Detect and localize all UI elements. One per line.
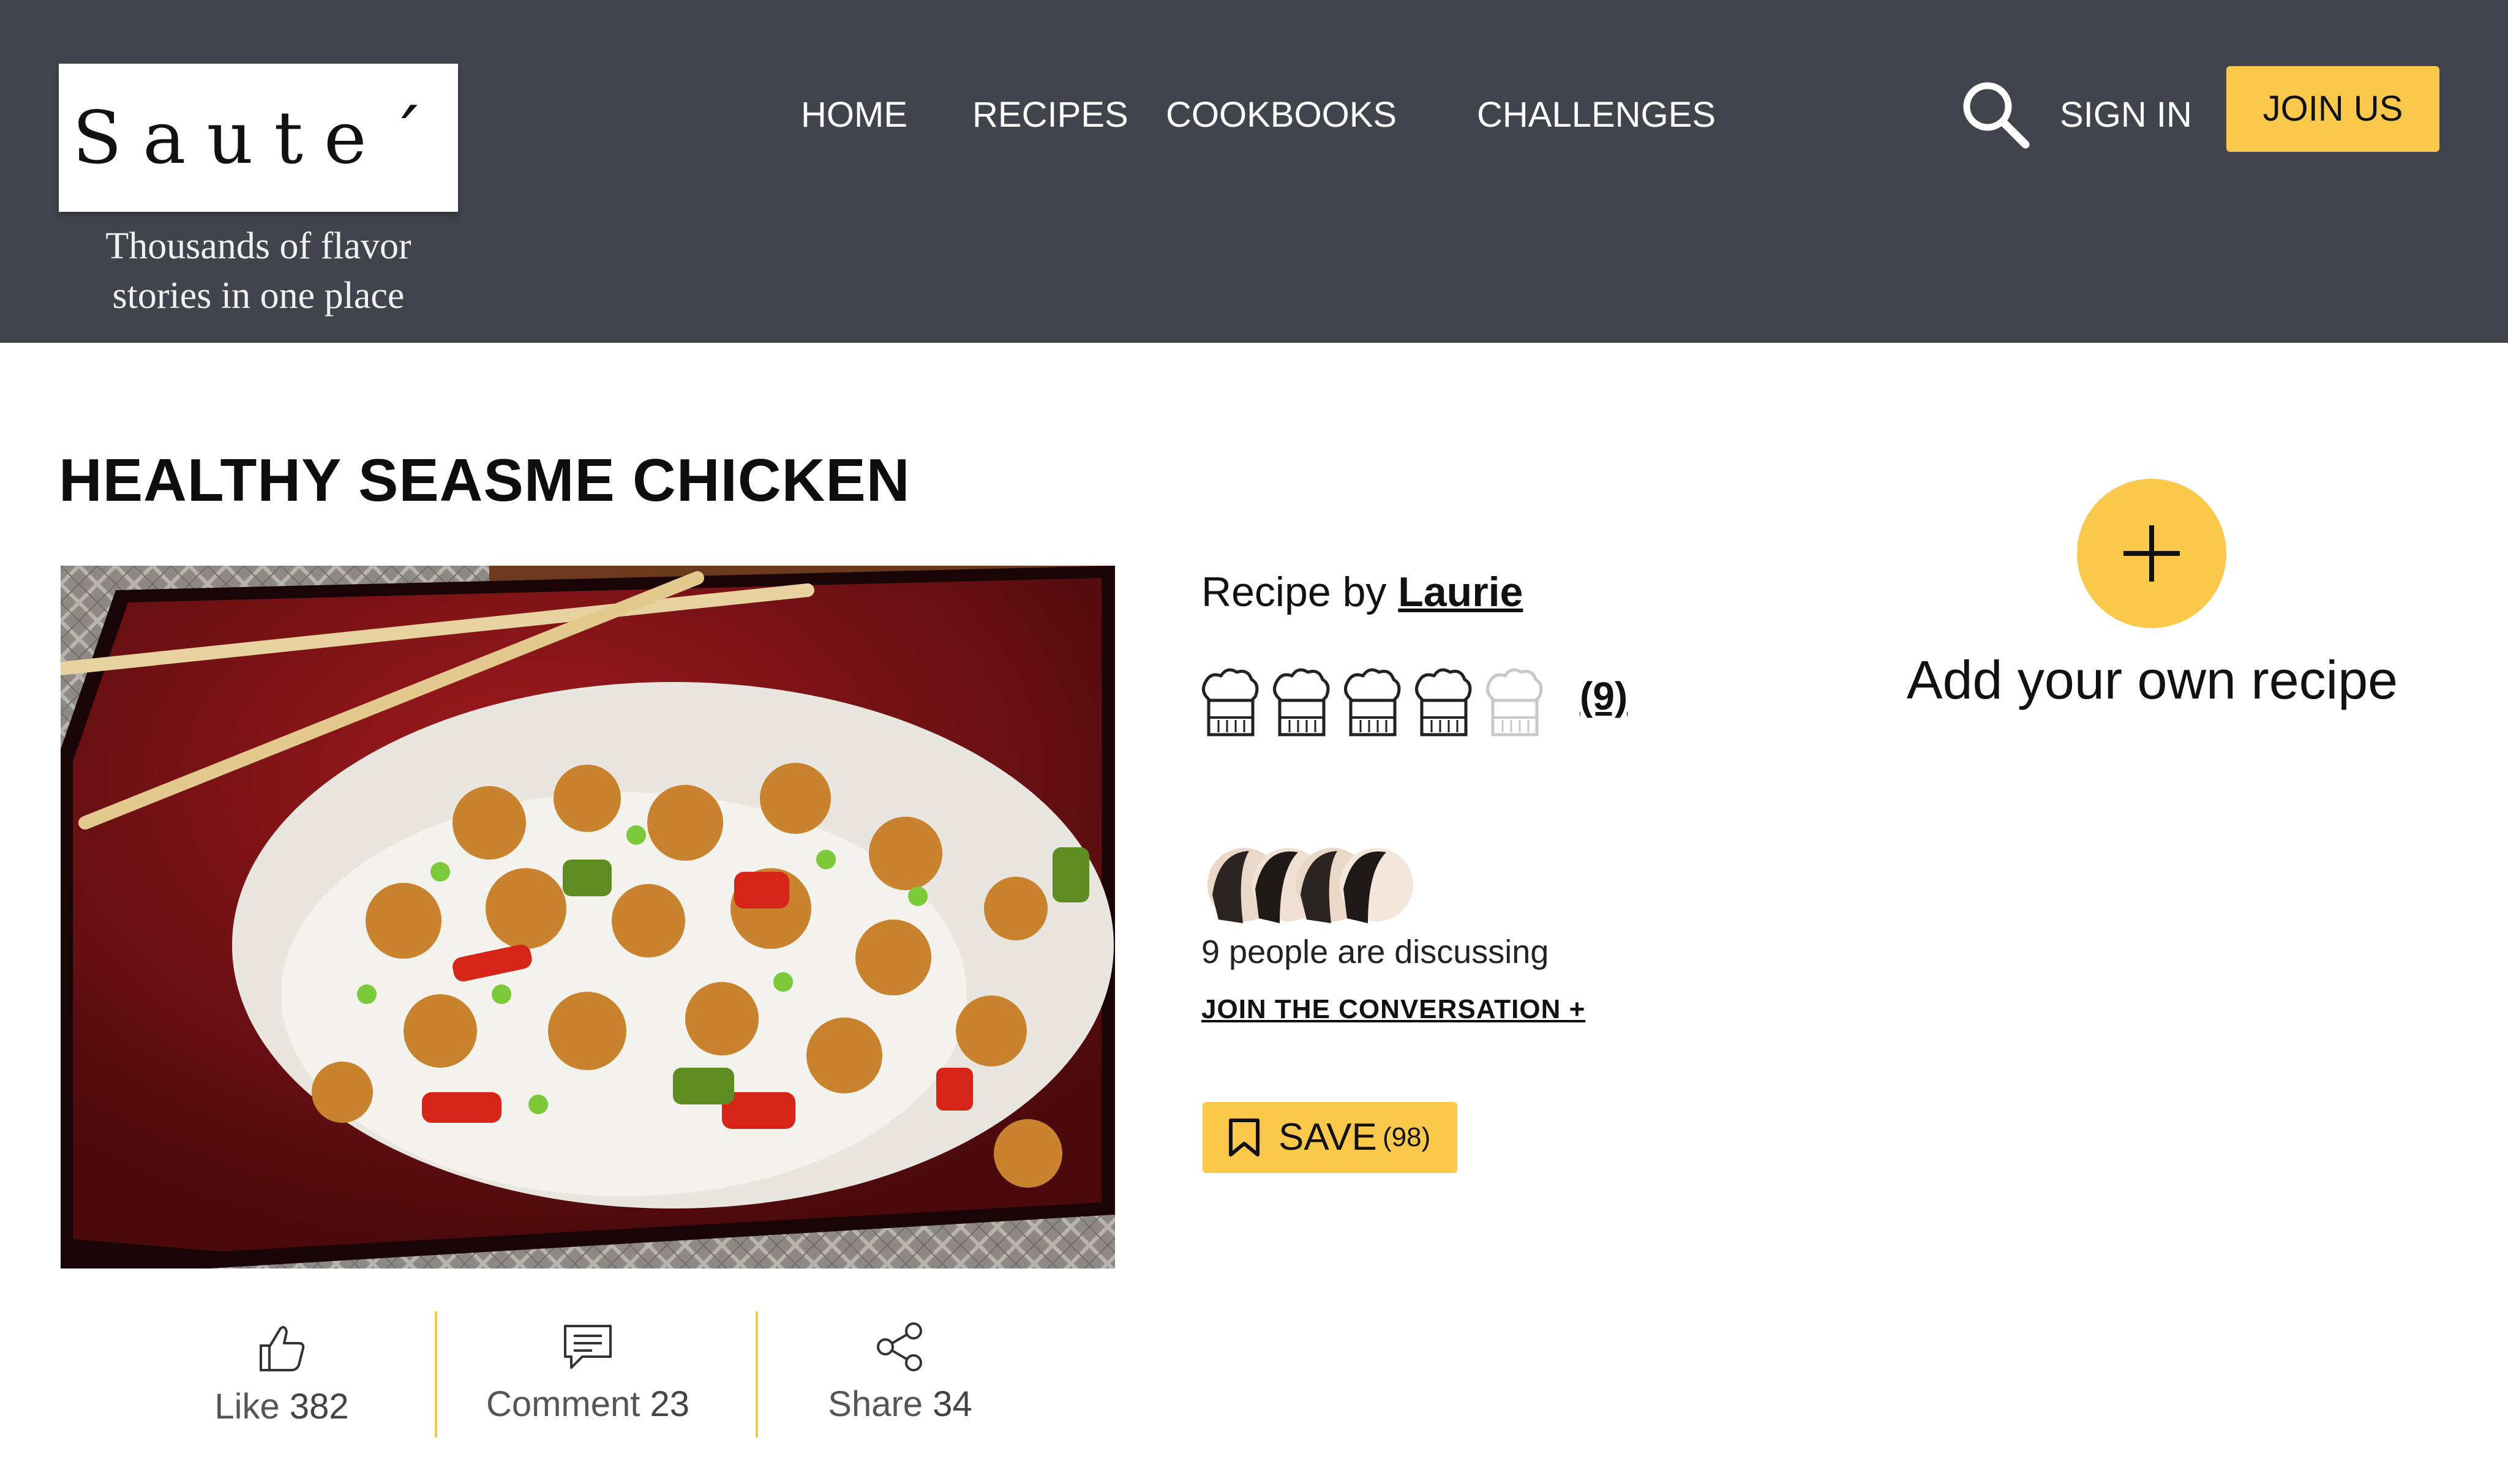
like-count: 382	[289, 1387, 349, 1426]
comment-count: 23	[650, 1384, 690, 1424]
tagline-line2: stories in one place	[112, 275, 405, 317]
chef-hat-icon[interactable]	[1202, 668, 1259, 736]
bookmark-icon	[1229, 1119, 1260, 1156]
comment-label: Comment 23	[478, 1384, 698, 1425]
nav-home[interactable]: HOME	[801, 92, 907, 138]
search-icon[interactable]	[1959, 78, 2030, 149]
recipe-byline: Recipe by Laurie	[1201, 568, 1523, 616]
action-divider	[435, 1311, 437, 1437]
nav-challenges[interactable]: CHALLENGES	[1477, 92, 1716, 138]
tagline: Thousands of flavor stories in one place	[59, 222, 458, 321]
chef-hat-icon[interactable]	[1273, 668, 1330, 736]
comment-button[interactable]: Comment 23	[478, 1322, 698, 1425]
discussion-count: 9 people are discussing	[1201, 934, 1549, 970]
save-label: SAVE	[1278, 1116, 1377, 1158]
comment-text: Comment	[486, 1384, 640, 1424]
chef-hat-icon[interactable]	[1344, 668, 1401, 736]
join-conversation-link[interactable]: JOIN THE CONVERSATION +	[1201, 994, 1585, 1025]
rating-count-link[interactable]: (9)	[1580, 673, 1628, 719]
recipe-title: HEALTHY SEASME CHICKEN	[59, 446, 910, 514]
share-icon	[877, 1322, 922, 1371]
tagline-line1: Thousands of flavor	[105, 225, 411, 267]
like-label: Like 382	[208, 1386, 355, 1427]
discussion-avatars	[1207, 848, 1413, 923]
save-count: (98)	[1383, 1122, 1431, 1152]
sign-in-link[interactable]: SIGN IN	[2060, 92, 2192, 138]
logo[interactable]: Saute´	[59, 64, 458, 212]
chef-hat-icon[interactable]	[1486, 668, 1543, 736]
logo-text: Saute´	[72, 96, 445, 180]
byline-prefix: Recipe by	[1201, 569, 1387, 615]
share-text: Share	[828, 1384, 923, 1424]
nav-recipes[interactable]: RECIPES	[972, 92, 1128, 138]
author-link[interactable]: Laurie	[1398, 569, 1523, 615]
action-divider	[756, 1311, 758, 1437]
chef-hat-rating[interactable]	[1200, 662, 1555, 742]
thumbs-up-icon	[260, 1326, 305, 1371]
like-text: Like	[214, 1387, 280, 1426]
nav-cookbooks[interactable]: COOKBOOKS	[1166, 92, 1397, 138]
plus-icon	[2123, 525, 2180, 582]
recipe-photo[interactable]	[61, 566, 1115, 1269]
join-us-button[interactable]: JOIN US	[2226, 66, 2439, 152]
add-recipe-button[interactable]	[2077, 479, 2226, 628]
share-button[interactable]: Share 34	[808, 1322, 992, 1425]
chef-hat-icon[interactable]	[1415, 668, 1472, 736]
share-label: Share 34	[808, 1384, 992, 1425]
save-button[interactable]: SAVE (98)	[1203, 1102, 1457, 1173]
site-header: Saute´ Thousands of flavor stories in on…	[0, 0, 2508, 343]
avatar	[1340, 848, 1413, 923]
add-recipe-label[interactable]: Add your own recipe	[1868, 649, 2437, 711]
like-button[interactable]: Like 382	[208, 1322, 355, 1427]
comment-icon	[564, 1325, 612, 1369]
share-count: 34	[933, 1384, 972, 1424]
